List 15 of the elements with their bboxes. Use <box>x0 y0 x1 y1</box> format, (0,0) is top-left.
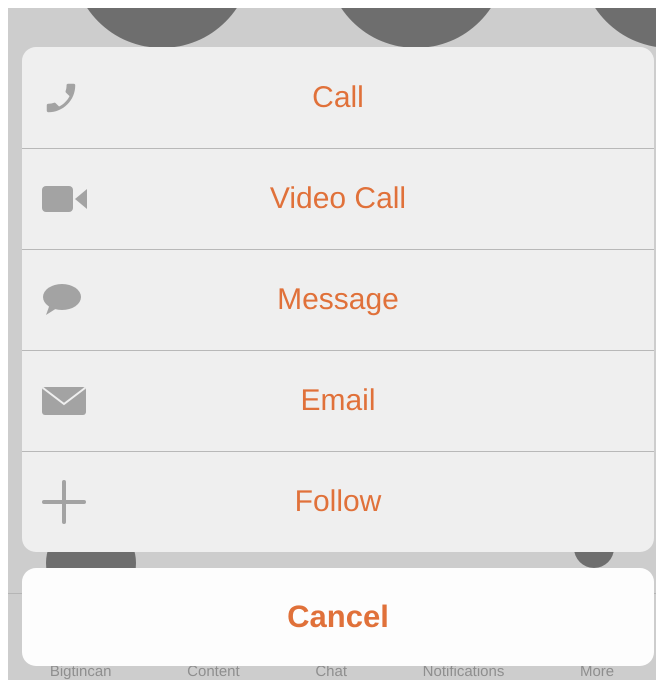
action-button[interactable]: Message <box>22 249 654 350</box>
plus-icon <box>42 480 86 524</box>
speech-bubble-icon <box>42 284 82 316</box>
action-button[interactable]: Call <box>22 47 654 148</box>
tab-label[interactable]: More <box>580 664 614 680</box>
tab-label[interactable]: Content <box>187 664 240 680</box>
tab-label[interactable]: Bigtincan <box>50 664 112 680</box>
action-button[interactable]: Follow <box>22 451 654 552</box>
video-camera-icon <box>42 185 88 213</box>
tab-label[interactable]: Chat <box>315 664 348 680</box>
tab-label[interactable]: Notifications <box>422 664 504 680</box>
action-button[interactable]: Email <box>22 350 654 451</box>
action-button[interactable]: Video Call <box>22 148 654 249</box>
cancel-button[interactable]: Cancel <box>22 568 654 666</box>
envelope-icon <box>42 387 86 415</box>
